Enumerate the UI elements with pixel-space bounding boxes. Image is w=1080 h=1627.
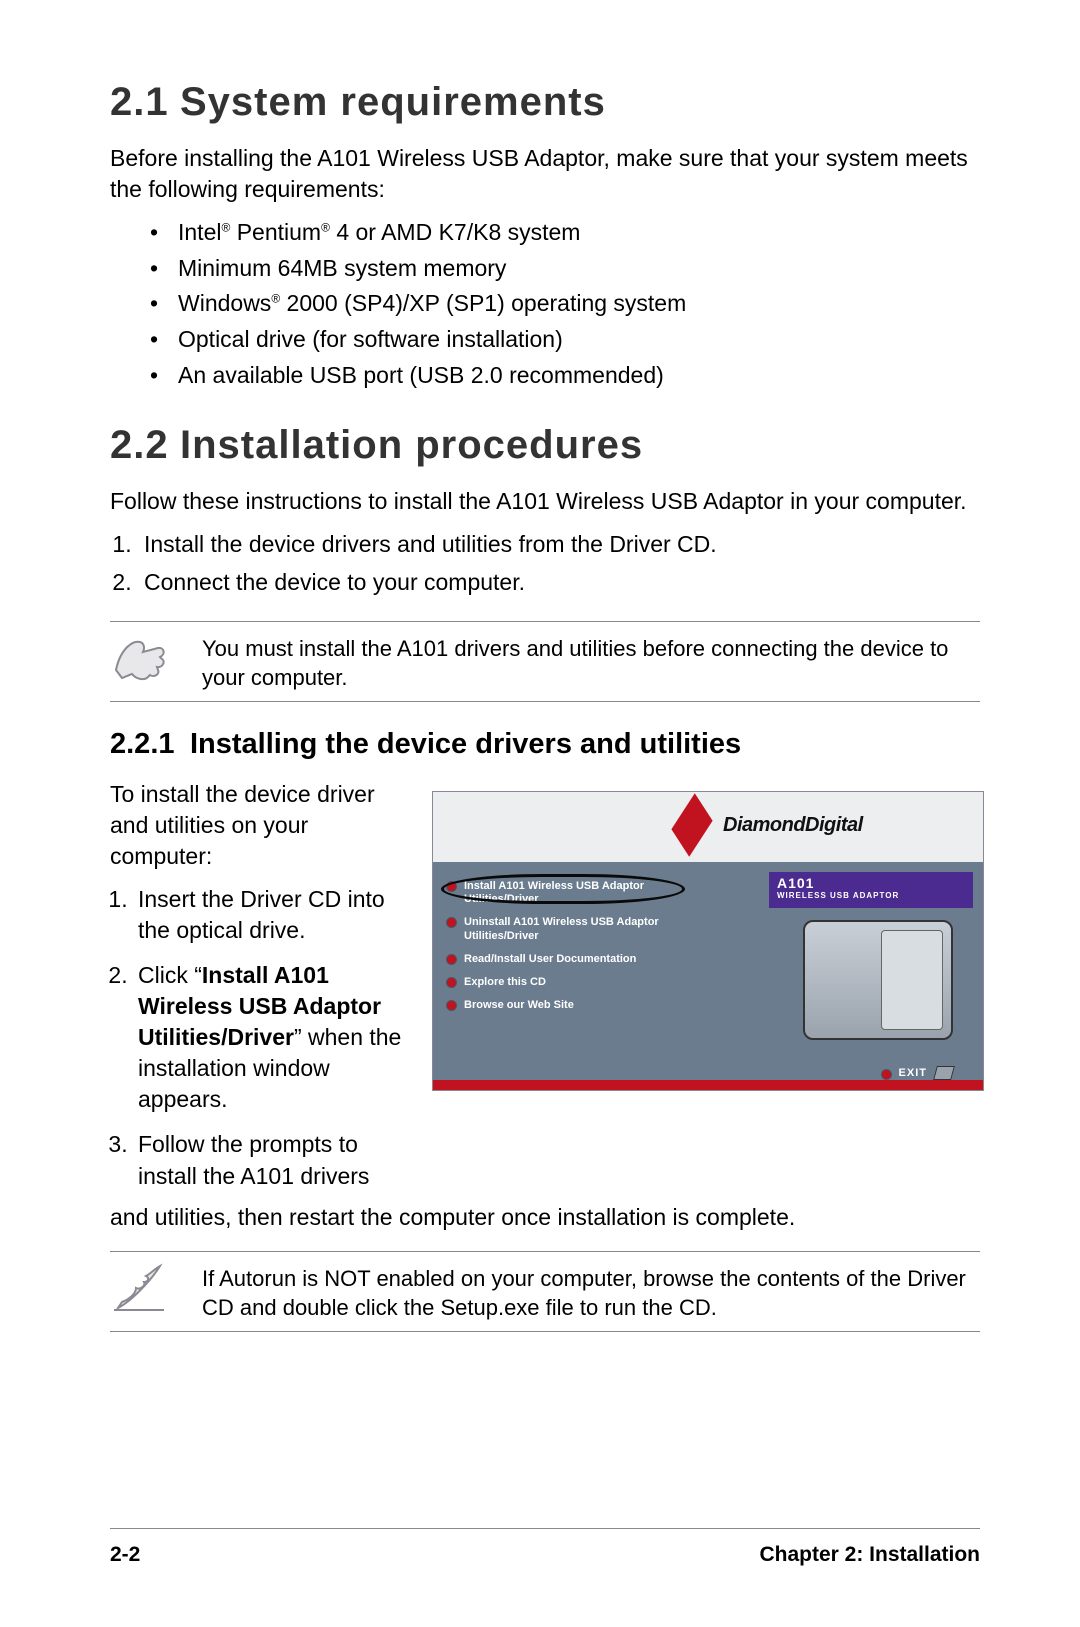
menu-item-explore[interactable]: Explore this CD xyxy=(447,976,707,989)
step: Click “Install A101 Wireless USB Adaptor… xyxy=(134,960,410,1115)
procedure-steps: Install the device drivers and utilities… xyxy=(110,527,980,600)
note-block: If Autorun is NOT enabled on your comput… xyxy=(110,1251,980,1332)
intro-22: Follow these instructions to install the… xyxy=(110,486,980,517)
heading-number: 2.2.1 xyxy=(110,728,190,761)
bullet-icon xyxy=(447,1001,456,1010)
intro-21: Before installing the A101 Wireless USB … xyxy=(110,143,980,205)
exit-icon xyxy=(933,1066,955,1080)
hand-pointing-icon xyxy=(110,630,170,690)
requirements-list: Intel® Pentium® 4 or AMD K7/K8 system Mi… xyxy=(110,215,980,393)
chapter-label: Chapter 2: Installation xyxy=(759,1543,980,1567)
menu-item-docs[interactable]: Read/Install User Documentation xyxy=(447,953,707,966)
req-item: An available USB port (USB 2.0 recommend… xyxy=(150,358,980,394)
bullet-icon xyxy=(447,978,456,987)
device-illustration-icon xyxy=(803,920,953,1040)
intro-221: To install the device driver and utiliti… xyxy=(110,779,410,872)
install-steps: Insert the Driver CD into the optical dr… xyxy=(110,884,410,1191)
model-name: A101 xyxy=(777,875,965,891)
subsection-image-column: DiamondDigital A101 WIRELESS USB ADAPTOR… xyxy=(432,779,984,1091)
note-text: If Autorun is NOT enabled on your comput… xyxy=(202,1260,980,1323)
model-subtitle: WIRELESS USB ADAPTOR xyxy=(777,891,965,900)
bullet-icon xyxy=(447,955,456,964)
heading-2-1: 2.1System requirements xyxy=(110,80,980,125)
bullet-icon xyxy=(447,918,456,927)
note-text: You must install the A101 drivers and ut… xyxy=(202,630,980,693)
req-item: Windows® 2000 (SP4)/XP (SP1) operating s… xyxy=(150,286,980,322)
bullet-icon xyxy=(882,1070,891,1079)
heading-number: 2.1 xyxy=(110,80,180,125)
page-footer: 2-2 Chapter 2: Installation xyxy=(110,1528,980,1567)
quill-pen-icon xyxy=(110,1260,170,1320)
step: Insert the Driver CD into the optical dr… xyxy=(134,884,410,946)
req-item: Intel® Pentium® 4 or AMD K7/K8 system xyxy=(150,215,980,251)
heading-text: System requirements xyxy=(180,80,606,124)
page: 2.1System requirements Before installing… xyxy=(0,0,1080,1627)
step: Connect the device to your computer. xyxy=(138,565,980,601)
brand-text: DiamondDigital xyxy=(723,814,863,837)
menu-item-install[interactable]: Install A101 Wireless USB Adaptor Utilit… xyxy=(447,880,707,906)
page-number: 2-2 xyxy=(110,1543,140,1567)
heading-2-2-1: 2.2.1Installing the device drivers and u… xyxy=(110,728,980,761)
installer-screenshot: DiamondDigital A101 WIRELESS USB ADAPTOR… xyxy=(432,791,984,1091)
installer-red-strip xyxy=(433,1080,983,1090)
req-item: Optical drive (for software installation… xyxy=(150,322,980,358)
heading-text: Installation procedures xyxy=(180,423,643,467)
heading-number: 2.2 xyxy=(110,423,180,468)
step-continuation: and utilities, then restart the computer… xyxy=(110,1202,980,1233)
model-banner: A101 WIRELESS USB ADAPTOR xyxy=(769,872,973,908)
heading-2-2: 2.2Installation procedures xyxy=(110,423,980,468)
req-item: Minimum 64MB system memory xyxy=(150,251,980,287)
step: Follow the prompts to install the A101 d… xyxy=(134,1129,410,1191)
subsection-text-column: To install the device driver and utiliti… xyxy=(110,779,410,1206)
note-block: You must install the A101 drivers and ut… xyxy=(110,621,980,702)
installer-header: DiamondDigital xyxy=(433,792,983,862)
diamond-logo-icon xyxy=(671,793,712,856)
installer-menu: Install A101 Wireless USB Adaptor Utilit… xyxy=(447,880,707,1022)
exit-label: EXIT xyxy=(899,1067,927,1079)
menu-item-uninstall[interactable]: Uninstall A101 Wireless USB Adaptor Util… xyxy=(447,916,707,942)
bullet-icon xyxy=(447,882,456,891)
exit-button[interactable]: EXIT xyxy=(882,1066,953,1080)
subsection-layout: To install the device driver and utiliti… xyxy=(110,779,980,1206)
step: Install the device drivers and utilities… xyxy=(138,527,980,563)
heading-text: Installing the device drivers and utilit… xyxy=(190,728,741,760)
brand-row: DiamondDigital xyxy=(671,804,863,846)
menu-item-website[interactable]: Browse our Web Site xyxy=(447,999,707,1012)
